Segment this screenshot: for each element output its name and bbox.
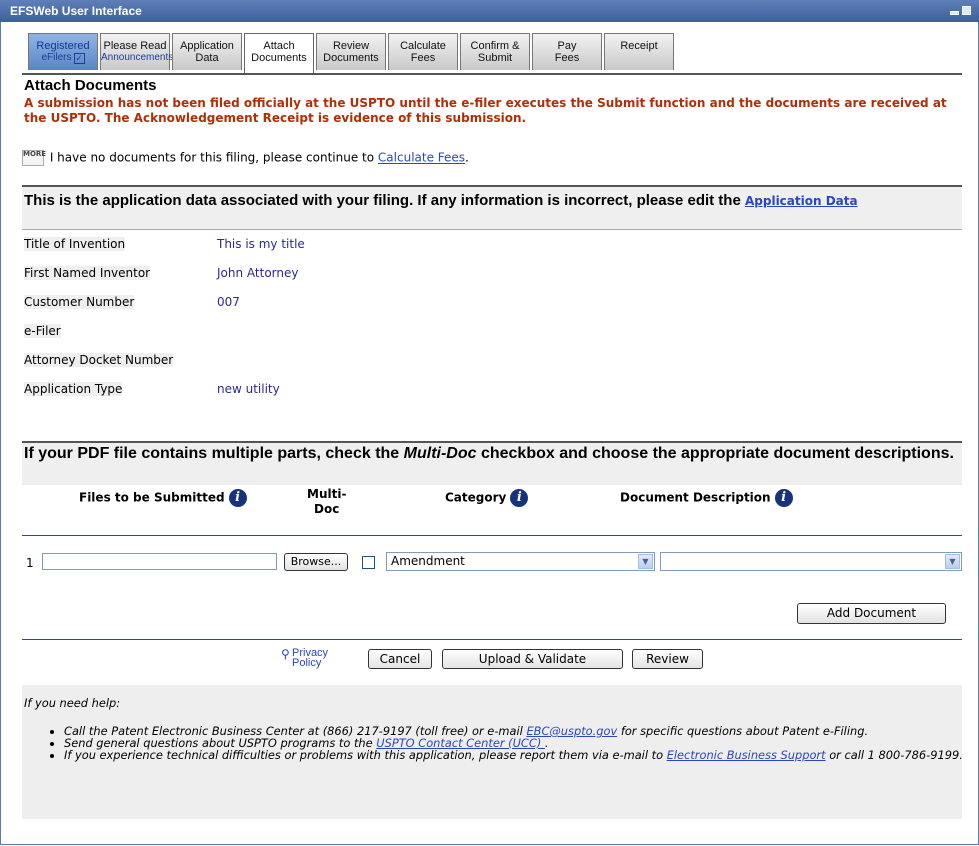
tab-receipt[interactable]: Receipt [604,33,674,70]
application-data-panel: This is the application data associated … [22,185,962,429]
submission-warning: A submission has not been filed official… [24,96,947,125]
page-title: Attach Documents [24,77,157,94]
window-titlebar: EFSWeb User Interface [0,0,979,22]
col-files-header: Files to be Submitted i [79,489,247,507]
file-row-number: 1 [26,556,34,570]
wizard-tabs: Registered eFilers ✓ Please Read Announce… [28,33,674,73]
multi-doc-checkbox[interactable] [362,556,375,569]
tab-confirm-submit[interactable]: Confirm & Submit [460,33,530,70]
app-row-efiler: e-Filer [22,317,962,346]
help-panel: If you need help: Call the Patent Electr… [22,685,964,819]
tab-calculate-fees[interactable]: Calculate Fees [388,33,458,70]
chevron-down-icon: ▼ [638,554,653,569]
tabs-underline [22,73,962,75]
review-button[interactable]: Review [632,649,703,669]
info-icon[interactable]: i [228,489,247,507]
document-description-select[interactable]: ▼ [660,552,962,571]
tab-please-read[interactable]: Please Read Announcements [100,33,173,70]
help-intro: If you need help: [24,696,121,710]
chevron-down-icon: ▼ [945,554,960,569]
col-multidoc-header: Multi- Doc [307,487,347,516]
application-data-link[interactable]: Application Data [745,194,858,208]
checkmark-icon: ✓ [73,53,85,64]
add-document-button[interactable]: Add Document [797,603,946,624]
upload-header: If your PDF file contains multiple parts… [22,443,962,485]
window-controls [950,6,971,15]
minimize-icon[interactable] [950,11,959,15]
more-icon[interactable]: MORE [22,150,46,166]
tab-pay-fees[interactable]: Pay Fees [532,33,602,70]
tab-attach-documents[interactable]: Attach Documents [244,33,314,73]
file-path-input[interactable] [42,553,277,570]
cancel-button[interactable]: Cancel [368,649,432,669]
info-icon[interactable]: i [510,489,529,507]
application-data-header: This is the application data associated … [24,191,954,211]
key-icon: ⚲ [281,647,290,661]
app-row-title: Title of Invention This is my title [22,230,962,259]
tab-registered-efilers[interactable]: Registered eFilers ✓ [28,33,98,70]
maximize-icon[interactable] [962,6,971,15]
browse-button[interactable]: Browse... [284,553,348,571]
col-category-header: Category i [445,489,529,507]
app-row-customer-number: Customer Number 007 [22,288,962,317]
window-title: EFSWeb User Interface [10,4,142,18]
no-documents-note: MORE I have no documents for this filing… [22,150,469,166]
col-description-header: Document Description i [620,489,793,507]
tab-review-documents[interactable]: Review Documents [316,33,386,70]
ebusiness-support-link[interactable]: Electronic Business Support [667,748,826,762]
help-list: Call the Patent Electronic Business Cent… [44,725,964,761]
info-icon[interactable]: i [774,489,793,507]
app-row-docket: Attorney Docket Number [22,346,962,375]
help-item: If you experience technical difficulties… [64,749,964,761]
tab-application-data[interactable]: Application Data [172,33,242,70]
app-row-type: Application Type new utility [22,375,962,429]
app-row-inventor: First Named Inventor John Attorney [22,259,962,288]
upload-validate-button[interactable]: Upload & Validate [442,649,623,669]
category-select[interactable]: Amendment ▼ [386,552,655,571]
calculate-fees-link[interactable]: Calculate Fees [378,151,465,165]
